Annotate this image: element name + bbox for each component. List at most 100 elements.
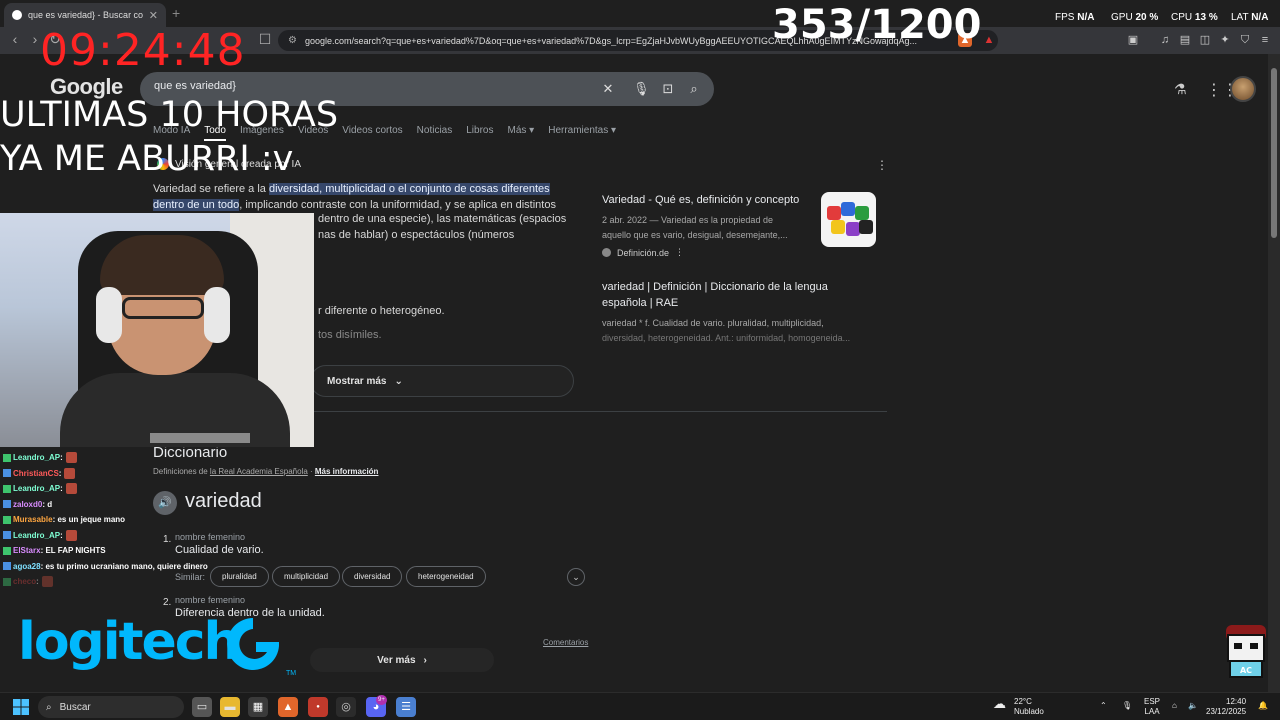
- chat-emote-icon: [64, 467, 76, 479]
- chat-message: Leandro_AP :: [0, 450, 312, 466]
- chat-message: agoa28 : es tu primo ucraniano mano, qui…: [0, 559, 312, 575]
- search-icon[interactable]: ⌕: [686, 81, 702, 97]
- tab-noticias[interactable]: Noticias: [417, 125, 453, 141]
- chat-message: checo :: [0, 574, 312, 590]
- lat-value: N/A: [1251, 12, 1269, 23]
- chevron-up-icon[interactable]: ⌃: [1100, 701, 1107, 711]
- weather-widget[interactable]: 22°C Nublado: [1014, 697, 1044, 717]
- overlay-caption-line2: YA ME ABURRI :v: [0, 139, 294, 179]
- screenshot-icon[interactable]: ▣: [1126, 33, 1140, 47]
- chat-username[interactable]: zaloxd0: [13, 497, 42, 513]
- chat-username[interactable]: agoa28: [13, 559, 41, 575]
- chat-username[interactable]: ChristianCS: [13, 466, 59, 482]
- vpn-shield-icon[interactable]: ⛉: [1238, 33, 1252, 47]
- clear-icon[interactable]: ✕: [600, 81, 616, 97]
- headset-icon: [204, 287, 230, 343]
- taskbar-search-placeholder: Buscar: [59, 701, 91, 713]
- more-options-icon[interactable]: ⋮: [876, 158, 888, 172]
- recording-app-icon[interactable]: ●: [308, 697, 328, 717]
- webcam-shirt-print: [150, 433, 250, 443]
- menu-icon[interactable]: ≡: [1258, 33, 1272, 47]
- ai-text-highlight-1[interactable]: diversidad, multiplicidad o el conjunto …: [268, 183, 550, 195]
- sidebar-icon[interactable]: ▤: [1178, 33, 1192, 47]
- language-indicator[interactable]: ESP LAA: [1144, 697, 1160, 717]
- labs-flask-icon[interactable]: ⚗: [1174, 81, 1187, 98]
- see-more-button[interactable]: Ver más ›: [310, 648, 494, 672]
- chat-username[interactable]: Leandro_AP: [13, 528, 60, 544]
- ai-text-highlight-2[interactable]: dentro de un todo: [153, 199, 240, 211]
- lens-icon[interactable]: ⊡: [660, 81, 676, 97]
- brave-browser-icon[interactable]: ▲: [278, 697, 298, 717]
- ai-text-line2: , implicando contraste con la uniformida…: [239, 199, 556, 211]
- source-title[interactable]: Variedad - Qué es, definición y concepto: [602, 192, 812, 208]
- windows-start-icon[interactable]: [13, 699, 29, 715]
- notepad-icon[interactable]: ☰: [396, 697, 416, 717]
- ai-text-line4: nas de hablar) o espectáculos (números: [318, 229, 515, 241]
- ai-text-intro: Variedad se refiere a la: [153, 183, 269, 195]
- chat-username[interactable]: Leandro_AP: [13, 450, 60, 466]
- similar-chip[interactable]: heterogeneidad: [406, 566, 486, 587]
- new-tab-icon[interactable]: +: [172, 5, 180, 21]
- taskbar: ⌕ Buscar ▭ ▬ ▦ ▲ ● ◎ ◕ ☰ 9+ ☁ 22°C Nubla…: [0, 692, 1280, 720]
- chat-emote-icon: [65, 452, 77, 464]
- file-explorer-icon[interactable]: ▬: [220, 697, 240, 717]
- rewards-icon[interactable]: ▲: [982, 33, 996, 47]
- latency-stat: LAT N/A: [1231, 12, 1268, 23]
- glasses-icon: [122, 297, 204, 319]
- task-view-icon[interactable]: ▭: [192, 697, 212, 717]
- chat-message: Murasable : es un jeque mano: [0, 512, 312, 528]
- volume-icon[interactable]: 🔈: [1188, 701, 1198, 711]
- tab-libros[interactable]: Libros: [466, 125, 493, 141]
- obs-icon[interactable]: ◎: [336, 697, 356, 717]
- bookmark-icon[interactable]: ☐: [256, 31, 274, 48]
- browser-tab[interactable]: que es variedad} - Buscar con G... ✕: [4, 3, 166, 27]
- search-input[interactable]: [154, 80, 594, 92]
- chat-username[interactable]: Leandro_AP: [13, 481, 60, 497]
- leo-icon[interactable]: ✦: [1218, 33, 1232, 47]
- site-info-icon[interactable]: ⚙: [288, 35, 297, 46]
- back-icon[interactable]: ‹: [6, 31, 24, 47]
- show-more-button[interactable]: Mostrar más ⌄: [310, 365, 574, 397]
- chat-username[interactable]: ElStarx: [13, 543, 41, 559]
- music-icon[interactable]: ♫: [1158, 33, 1172, 47]
- notifications-icon[interactable]: 🔔: [1258, 701, 1268, 711]
- clock-widget[interactable]: 12:40 23/12/2025: [1206, 697, 1246, 717]
- taskbar-time: 12:40: [1226, 697, 1247, 706]
- network-icon[interactable]: ⌂: [1172, 701, 1177, 711]
- more-options-icon[interactable]: ⋮: [675, 247, 684, 258]
- ai-overview-text: Variedad se refiere a la diversidad, mul…: [153, 181, 573, 213]
- taskbar-search[interactable]: ⌕ Buscar: [38, 696, 184, 718]
- lang-line2: LAA: [1144, 707, 1160, 716]
- expand-chevron-icon[interactable]: ⌄: [567, 568, 585, 586]
- microphone-icon[interactable]: 🎙: [633, 81, 650, 97]
- scrollbar-thumb[interactable]: [1271, 68, 1277, 238]
- chat-emote-icon: [41, 576, 53, 588]
- source-card-rae[interactable]: variedad | Definición | Diccionario de l…: [602, 279, 886, 346]
- chat-badge-icon: [3, 453, 11, 462]
- source-site[interactable]: Definición.de ⋮: [602, 247, 886, 258]
- page-scrollbar[interactable]: [1268, 54, 1280, 692]
- gpu-label: GPU: [1111, 12, 1133, 23]
- more-info-link[interactable]: Más información: [315, 467, 379, 476]
- store-icon[interactable]: ▦: [248, 697, 268, 717]
- fps-value: N/A: [1077, 12, 1095, 23]
- close-icon[interactable]: ✕: [149, 9, 158, 22]
- source-thumbnail[interactable]: [821, 192, 876, 247]
- source-title[interactable]: variedad | Definición | Diccionario de l…: [602, 279, 886, 311]
- tab-mas[interactable]: Más ▾: [508, 125, 535, 141]
- avatar[interactable]: [1230, 76, 1256, 102]
- feedback-link[interactable]: Comentarios: [543, 638, 588, 647]
- chat-username[interactable]: Murasable: [13, 512, 53, 528]
- similar-chip[interactable]: diversidad: [342, 566, 403, 587]
- tab-videos-cortos[interactable]: Videos cortos: [342, 125, 402, 141]
- cpu-label: CPU: [1171, 12, 1193, 23]
- lang-line1: ESP: [1144, 697, 1161, 706]
- tab-herramientas[interactable]: Herramientas ▾: [548, 125, 616, 141]
- chat-username[interactable]: checo: [13, 574, 36, 590]
- microphone-icon[interactable]: 🎙: [1122, 701, 1132, 711]
- wallet-icon[interactable]: ◫: [1198, 33, 1212, 47]
- cpu-stat: CPU 13 %: [1171, 12, 1218, 23]
- cloud-icon[interactable]: ☁: [993, 697, 1006, 710]
- chat-emote-icon: [65, 529, 77, 541]
- gpu-value: 20: [1135, 12, 1147, 23]
